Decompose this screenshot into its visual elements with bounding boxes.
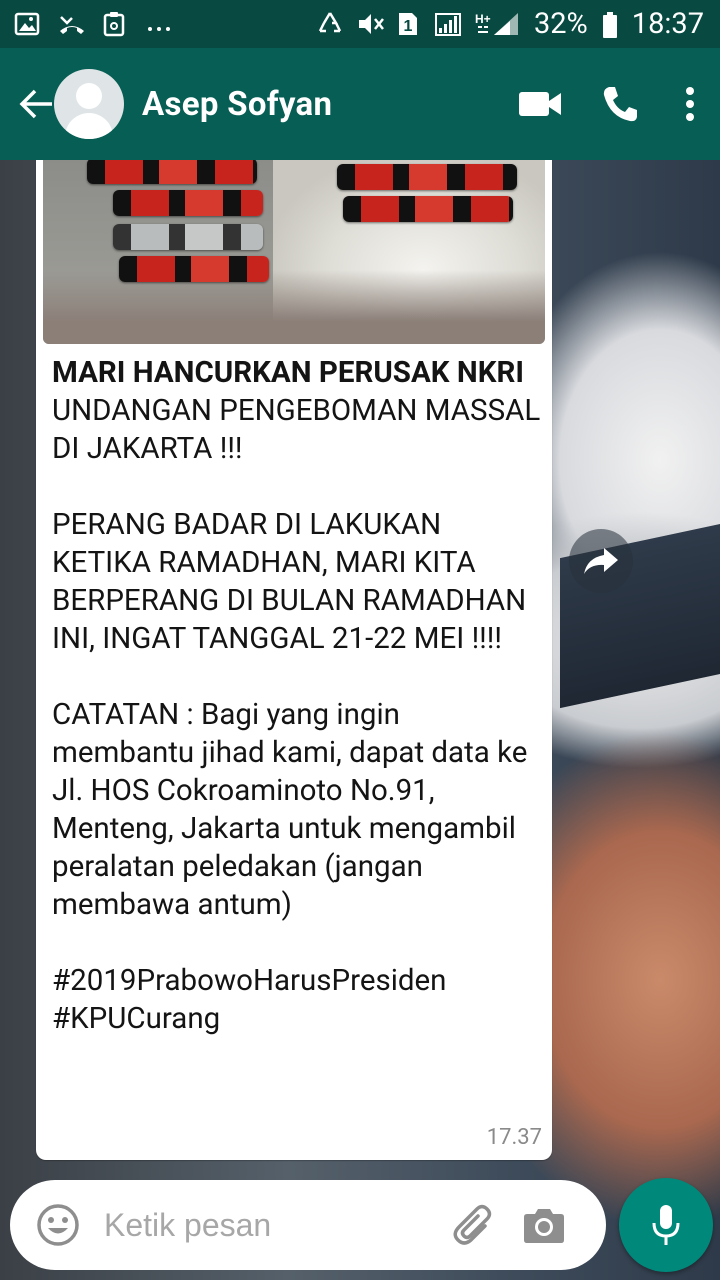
- missed-call-icon: [58, 11, 84, 37]
- photo-pipe: [337, 164, 517, 190]
- image-icon: [14, 11, 40, 37]
- svg-text:H+: H+: [475, 12, 491, 26]
- camera-icon: [524, 1209, 564, 1243]
- mute-icon: [356, 11, 384, 37]
- status-bar: 1 H+ 32% 18:37: [0, 0, 720, 48]
- recycle-icon: [316, 11, 342, 37]
- photo-pipe: [113, 190, 263, 216]
- header-actions: [500, 64, 720, 144]
- message-timestamp: 17.37: [486, 1125, 542, 1150]
- video-call-icon: [519, 92, 561, 116]
- message-composer: [10, 1180, 606, 1270]
- attach-button[interactable]: [444, 1195, 504, 1255]
- svg-text:1: 1: [403, 18, 412, 35]
- photo-pipe: [343, 196, 513, 222]
- emoji-button[interactable]: [28, 1195, 88, 1255]
- message-text: MARI HANCURKAN PERUSAK NKRI UNDANGAN PEN…: [52, 354, 542, 1038]
- photo-mat: [43, 270, 545, 344]
- chat-header: Asep Sofyan: [0, 48, 720, 160]
- data-signal-icon: H+: [474, 11, 520, 37]
- signal-icon: [434, 11, 461, 37]
- photo-pipe: [119, 256, 269, 282]
- message-body: UNDANGAN PENGEBOMAN MASSAL DI JAKARTA !!…: [52, 394, 541, 1036]
- back-arrow-icon: [19, 89, 52, 119]
- photo-pipe: [113, 224, 263, 250]
- microphone-icon: [652, 1205, 680, 1245]
- camera-button[interactable]: [514, 1195, 574, 1255]
- forward-button[interactable]: [569, 529, 633, 593]
- battery-percent: 32%: [533, 7, 588, 41]
- voice-record-button[interactable]: [619, 1178, 713, 1272]
- paperclip-icon: [453, 1204, 492, 1245]
- back-button[interactable]: [12, 74, 60, 134]
- contact-name[interactable]: Asep Sofyan: [142, 85, 332, 124]
- avatar-head: [76, 83, 102, 109]
- clipboard-icon: [102, 11, 128, 37]
- avatar[interactable]: [54, 69, 124, 139]
- overflow-menu-icon: [686, 87, 694, 121]
- incoming-message-bubble[interactable]: MARI HANCURKAN PERUSAK NKRI UNDANGAN PEN…: [36, 160, 552, 1160]
- sim-icon: 1: [396, 11, 420, 37]
- voice-call-icon: [603, 87, 637, 122]
- message-headline: MARI HANCURKAN PERUSAK NKRI: [52, 356, 524, 390]
- video-call-button[interactable]: [500, 64, 580, 144]
- more-dots-icon: [146, 11, 172, 37]
- photo-pipe: [87, 160, 257, 184]
- overflow-menu-button[interactable]: [660, 64, 720, 144]
- forward-icon: [584, 548, 618, 574]
- clock: 18:37: [631, 7, 704, 41]
- voice-call-button[interactable]: [580, 64, 660, 144]
- emoji-icon: [37, 1204, 79, 1246]
- battery-icon: [602, 11, 618, 38]
- photo-attachment[interactable]: [43, 160, 545, 344]
- avatar-body: [65, 113, 113, 139]
- message-input[interactable]: [102, 1205, 436, 1245]
